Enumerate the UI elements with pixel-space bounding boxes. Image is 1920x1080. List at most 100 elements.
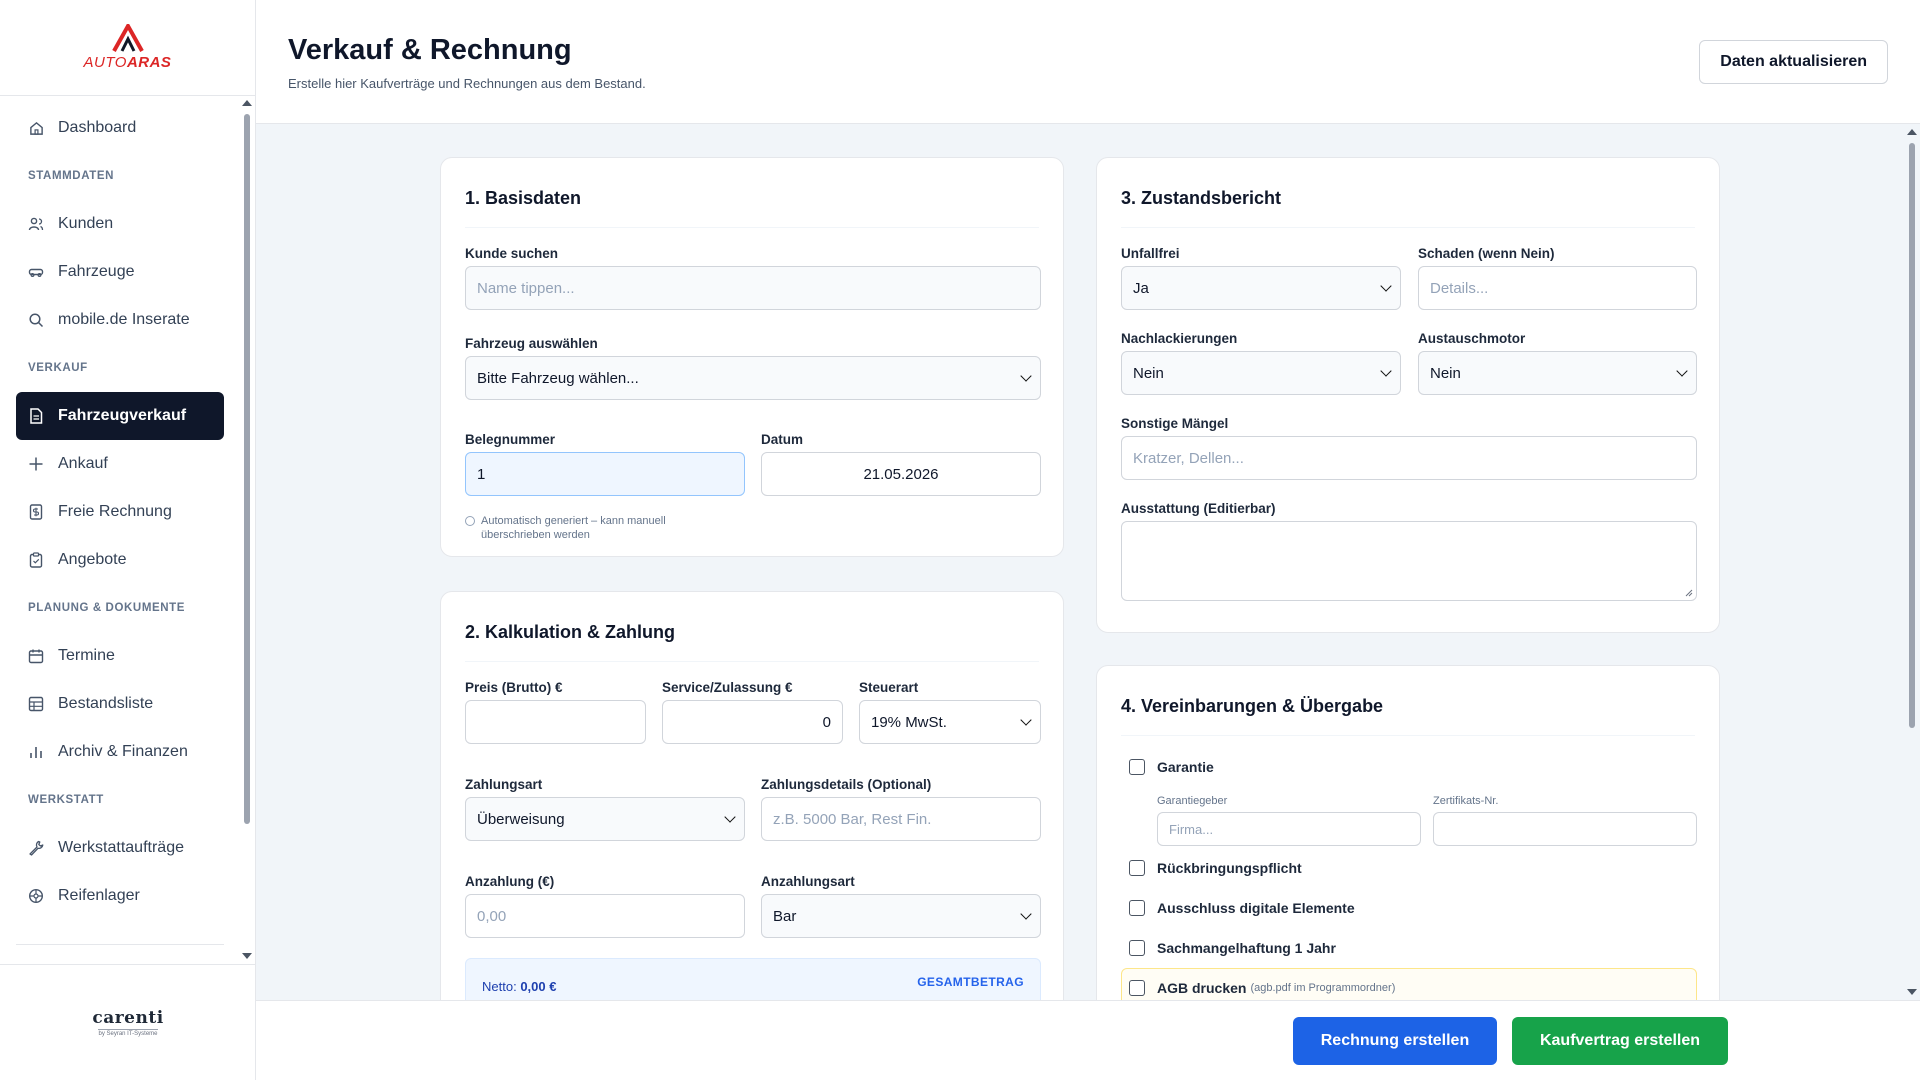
brand-logo: AUTOARAS (0, 0, 255, 96)
agb-checkbox[interactable] (1129, 980, 1145, 996)
date-input[interactable]: 21.05.2026 (761, 452, 1041, 496)
chevron-down-icon (1676, 365, 1688, 377)
other-defects-input[interactable]: Kratzer, Dellen... (1121, 436, 1697, 480)
sidebar-nav: Dashboard STAMMDATEN Kunden Fahrzeuge mo… (0, 104, 240, 954)
service-label: Service/Zulassung € (662, 680, 793, 695)
anzahlungsart-label: Anzahlungsart (761, 874, 855, 889)
sidebar-item-label: mobile.de Inserate (58, 311, 190, 328)
accident-free-select[interactable]: Ja (1121, 266, 1401, 310)
payment-method-value: Überweisung (477, 810, 565, 828)
card-kalkulation: 2. Kalkulation & Zahlung Preis (Brutto) … (440, 591, 1064, 1000)
netto-line: Netto: 0,00 € (482, 979, 556, 994)
sidebar-item-kunden[interactable]: Kunden (16, 200, 224, 248)
sidebar-item-label: Fahrzeuge (58, 263, 135, 280)
sidebar-item-dashboard[interactable]: Dashboard (16, 104, 224, 152)
sidebar-item-ankauf[interactable]: Ankauf (16, 440, 224, 488)
sidebar-item-mobile-inserate[interactable]: mobile.de Inserate (16, 296, 224, 344)
sidebar-item-archiv[interactable]: Archiv & Finanzen (16, 728, 224, 776)
fahrzeug-label: Fahrzeug auswählen (465, 336, 598, 351)
zertifikat-label: Zertifikats-Nr. (1433, 795, 1499, 807)
footer-logo: carenti by Seyran IT-Systeme (0, 964, 256, 1080)
sidebar-scrollbar[interactable] (242, 100, 252, 959)
down-payment-type-select[interactable]: Bar (761, 894, 1041, 938)
return-obligation-checkbox-row[interactable]: Rückbringungspflicht (1129, 860, 1302, 876)
warranty-label: Garantie (1157, 759, 1214, 775)
return-obligation-checkbox[interactable] (1129, 860, 1145, 876)
table-icon (28, 696, 44, 712)
sidebar-item-termine[interactable]: Termine (16, 632, 224, 680)
scroll-up-arrow-icon[interactable] (1907, 129, 1917, 135)
warranty-checkbox[interactable] (1129, 759, 1145, 775)
damage-details-input[interactable]: Details... (1418, 266, 1697, 310)
main-scroll-thumb[interactable] (1909, 143, 1915, 728)
beleg-label: Belegnummer (465, 432, 556, 447)
sidebar-item-label: Werkstattaufträge (58, 839, 184, 856)
sidebar-item-werkstatt[interactable]: Werkstattaufträge (16, 824, 224, 872)
repaint-select[interactable]: Nein (1121, 351, 1401, 395)
payment-method-select[interactable]: Überweisung (465, 797, 745, 841)
sidebar-item-reifenlager[interactable]: Reifenlager (16, 872, 224, 920)
sidebar-item-label: Ankauf (58, 455, 108, 472)
agb-checkbox-row[interactable]: AGB drucken (agb.pdf im Programmordner) (1129, 980, 1395, 996)
card-title: 4. Vereinbarungen & Übergabe (1121, 666, 1695, 736)
scroll-down-arrow-icon[interactable] (1907, 989, 1917, 995)
scroll-up-arrow-icon[interactable] (242, 100, 252, 106)
create-contract-button[interactable]: Kaufvertrag erstellen (1512, 1017, 1728, 1065)
certificate-number-input[interactable] (1433, 812, 1697, 846)
netto-label: Netto: (482, 979, 517, 994)
digital-exclusion-checkbox-row[interactable]: Ausschluss digitale Elemente (1129, 900, 1355, 916)
page-title: Verkauf & Rechnung (288, 34, 572, 66)
bar-chart-icon (28, 744, 44, 760)
warranty-checkbox-row[interactable]: Garantie (1129, 759, 1214, 775)
sidebar-item-label: Archiv & Finanzen (58, 743, 188, 760)
sidebar-item-label: Angebote (58, 551, 127, 568)
customer-search-input[interactable]: Name tippen... (465, 266, 1041, 310)
preis-label: Preis (Brutto) € (465, 680, 563, 695)
sidebar-item-freie-rechnung[interactable]: Freie Rechnung (16, 488, 224, 536)
sidebar-item-fahrzeugverkauf[interactable]: Fahrzeugverkauf (16, 392, 224, 440)
digital-exclusion-checkbox[interactable] (1129, 900, 1145, 916)
resize-handle-icon[interactable] (1685, 589, 1693, 597)
warranty-provider-input[interactable]: Firma... (1157, 812, 1421, 846)
agb-label: AGB drucken (1157, 980, 1247, 996)
equipment-textarea[interactable] (1121, 521, 1697, 601)
main-scrollbar[interactable] (1904, 125, 1920, 1000)
calendar-icon (28, 648, 44, 664)
ausstattung-label: Ausstattung (Editierbar) (1121, 501, 1276, 516)
totals-box: Netto: 0,00 € GESAMTBETRAG (465, 958, 1041, 1000)
sidebar-item-angebote[interactable]: Angebote (16, 536, 224, 584)
chevron-down-icon (1380, 280, 1392, 292)
sidebar-scroll-thumb[interactable] (244, 114, 250, 824)
card-zustandsbericht: 3. Zustandsbericht Unfallfrei Ja Schaden… (1096, 157, 1720, 633)
liability-checkbox-row[interactable]: Sachmangelhaftung 1 Jahr (1129, 940, 1336, 956)
scroll-down-arrow-icon[interactable] (242, 953, 252, 959)
sidebar-item-label: Termine (58, 647, 115, 664)
chevron-down-icon (1380, 365, 1392, 377)
digital-exclusion-label: Ausschluss digitale Elemente (1157, 900, 1355, 916)
return-obligation-label: Rückbringungspflicht (1157, 860, 1302, 876)
page-subtitle: Erstelle hier Kaufverträge und Rechnunge… (288, 76, 646, 91)
document-number-input[interactable]: 1 (465, 452, 745, 496)
sidebar-item-bestandsliste[interactable]: Bestandsliste (16, 680, 224, 728)
document-number-hint: Automatisch generiert – kann manuell übe… (481, 515, 666, 541)
liability-checkbox[interactable] (1129, 940, 1145, 956)
replacement-engine-select[interactable]: Nein (1418, 351, 1697, 395)
maengel-label: Sonstige Mängel (1121, 416, 1229, 431)
card-basisdaten: 1. Basisdaten Kunde suchen Name tippen..… (440, 157, 1064, 557)
service-fee-input[interactable]: 0 (662, 700, 843, 744)
sidebar-item-label: Freie Rechnung (58, 503, 172, 520)
vehicle-select-value: Bitte Fahrzeug wählen... (477, 369, 639, 387)
payment-details-input[interactable]: z.B. 5000 Bar, Rest Fin. (761, 797, 1041, 841)
liability-label: Sachmangelhaftung 1 Jahr (1157, 940, 1336, 956)
search-icon (28, 312, 44, 328)
nav-divider (16, 944, 224, 945)
price-input[interactable] (465, 700, 646, 744)
refresh-data-button[interactable]: Daten aktualisieren (1699, 40, 1888, 84)
repaint-value: Nein (1133, 364, 1164, 382)
sidebar-item-fahrzeuge[interactable]: Fahrzeuge (16, 248, 224, 296)
tax-type-select[interactable]: 19% MwSt. (859, 700, 1041, 744)
create-invoice-button[interactable]: Rechnung erstellen (1293, 1017, 1497, 1065)
down-payment-input[interactable]: 0,00 (465, 894, 745, 938)
vehicle-select[interactable]: Bitte Fahrzeug wählen... (465, 356, 1041, 400)
garantiegeber-label: Garantiegeber (1157, 795, 1228, 807)
